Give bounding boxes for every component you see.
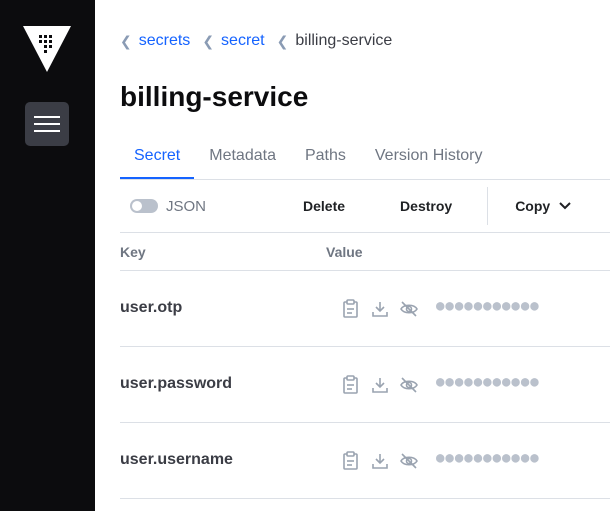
copy-dropdown-button[interactable]: Copy: [515, 198, 571, 214]
toolbar-divider: [487, 187, 489, 225]
chevron-left-icon: ❮: [276, 32, 289, 49]
breadcrumb-link-secrets[interactable]: ❮ secrets: [120, 32, 190, 50]
masked-value[interactable]: ●●●●●●●●●●●: [436, 374, 540, 390]
masked-value[interactable]: ●●●●●●●●●●●: [436, 450, 540, 466]
json-toggle-label: JSON: [166, 197, 207, 215]
breadcrumb: ❮ secrets ❮ secret ❮ billing-service: [120, 32, 392, 50]
row-actions: [341, 451, 428, 471]
sidebar: [0, 0, 95, 511]
breadcrumb-link-label: secrets: [138, 32, 191, 49]
row-actions: [341, 375, 428, 395]
secret-key: user.username: [120, 451, 233, 468]
eye-off-icon[interactable]: [399, 375, 419, 395]
download-icon[interactable]: [370, 299, 390, 319]
eye-off-icon[interactable]: [399, 299, 419, 319]
secret-key: user.password: [120, 375, 233, 392]
chevron-down-icon: [559, 202, 571, 210]
eye-off-icon[interactable]: [399, 451, 419, 471]
breadcrumb-link-label: secret: [221, 32, 265, 49]
tab-metadata[interactable]: Metadata: [194, 138, 290, 179]
tab-secret[interactable]: Secret: [120, 138, 195, 179]
breadcrumb-current-label: billing-service: [295, 32, 393, 49]
tab-version-history[interactable]: Version History: [360, 138, 497, 179]
clipboard-icon[interactable]: [341, 299, 361, 319]
json-toggle[interactable]: JSON: [130, 198, 206, 215]
main-content: ❮ secrets ❮ secret ❮ billing-service bil…: [95, 0, 610, 511]
column-header-value: Value: [326, 244, 363, 260]
tab-bar: Secret Metadata Paths Version History: [120, 138, 610, 179]
breadcrumb-link-secret[interactable]: ❮ secret: [202, 32, 264, 50]
toggle-knob: [132, 201, 142, 211]
row-actions: [341, 299, 428, 319]
delete-button[interactable]: Delete: [303, 198, 345, 214]
chevron-left-icon: ❮: [120, 32, 132, 49]
tab-paths[interactable]: Paths: [290, 138, 360, 179]
secret-key: user.otp: [120, 299, 183, 316]
vault-logo-icon[interactable]: [23, 26, 71, 72]
table-row: user.username ●●●●●●●●●●●: [120, 423, 610, 499]
copy-button-label: Copy: [515, 198, 551, 214]
table-row: user.otp ●●●●●●●●●●●: [120, 271, 610, 347]
toggle-switch[interactable]: [130, 199, 158, 213]
table-row: user.password ●●●●●●●●●●●: [120, 347, 610, 423]
secret-toolbar: JSON Delete Destroy Copy: [120, 179, 610, 233]
hamburger-icon: [34, 116, 60, 132]
download-icon[interactable]: [370, 375, 390, 395]
clipboard-icon[interactable]: [341, 375, 361, 395]
menu-button[interactable]: [25, 102, 69, 146]
column-header-key: Key: [120, 244, 146, 260]
clipboard-icon[interactable]: [341, 451, 361, 471]
chevron-left-icon: ❮: [202, 32, 215, 49]
page-title: billing-service: [120, 81, 309, 112]
download-icon[interactable]: [370, 451, 390, 471]
breadcrumb-current: ❮ billing-service: [277, 32, 393, 50]
destroy-button[interactable]: Destroy: [400, 198, 452, 214]
masked-value[interactable]: ●●●●●●●●●●●: [436, 298, 540, 314]
table-header: Key Value: [120, 233, 610, 271]
